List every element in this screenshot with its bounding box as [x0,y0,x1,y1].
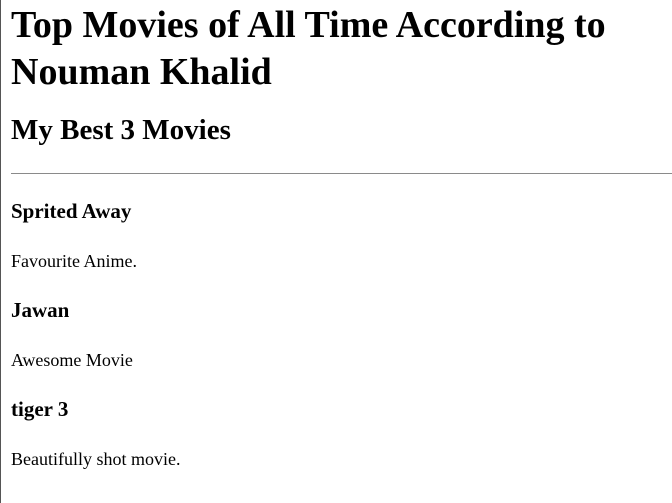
movie-title: Sprited Away [11,199,132,223]
page: Top Movies of All Time According to Noum… [0,0,672,503]
page-title: Top Movies of All Time According to Noum… [11,4,606,93]
movie-title: Jawan [11,298,70,322]
movie-description: Favourite Anime. [11,251,137,271]
movie-item: Jawan Awesome Movie [11,297,672,371]
movie-description: Awesome Movie [11,350,133,370]
movie-title: tiger 3 [11,397,69,421]
movie-description: Beautifully shot movie. [11,449,181,469]
page-subtitle: My Best 3 Movies [11,114,231,146]
divider [11,173,672,174]
movie-item: Sprited Away Favourite Anime. [11,198,672,272]
movie-item: tiger 3 Beautifully shot movie. [11,396,672,470]
